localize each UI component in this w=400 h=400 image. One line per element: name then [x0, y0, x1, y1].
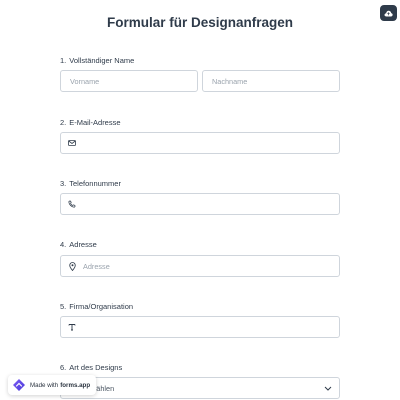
phone-icon [67, 199, 77, 209]
made-with-badge[interactable]: Made with forms.app [8, 375, 97, 395]
question-6-label: 6. Art des Designs [60, 363, 122, 372]
question-5-text: Firma/Organisation [69, 302, 134, 311]
forms-app-logo-icon [12, 378, 26, 392]
question-2-text: E-Mail-Adresse [69, 118, 121, 127]
question-1-label: 1. Vollständiger Name [60, 56, 134, 65]
location-pin-icon [67, 261, 77, 271]
address-field[interactable]: Adresse [60, 255, 340, 277]
first-name-field[interactable]: Vorname [60, 70, 198, 92]
question-6-text: Art des Designs [69, 363, 123, 372]
badge-prefix: Made with [30, 381, 59, 389]
design-type-select[interactable]: wählen [60, 377, 340, 399]
question-6-number: 6. [60, 363, 67, 372]
question-4-text: Adresse [69, 240, 97, 249]
question-5-label: 5. Firma/Organisation [60, 302, 133, 311]
email-field[interactable] [60, 132, 340, 154]
phone-field[interactable] [60, 193, 340, 215]
question-4-label: 4. Adresse [60, 240, 97, 249]
chevron-down-icon [324, 386, 332, 391]
question-3-number: 3. [60, 179, 67, 188]
last-name-field[interactable]: Nachname [202, 70, 340, 92]
last-name-placeholder: Nachname [212, 76, 248, 86]
question-1-number: 1. [60, 56, 67, 65]
text-icon [67, 322, 77, 332]
form-title: Formular für Designanfragen [106, 15, 294, 30]
first-name-placeholder: Vorname [70, 76, 100, 86]
question-3-label: 3. Telefonnummer [60, 179, 121, 188]
question-1-text: Vollständiger Name [69, 56, 135, 65]
question-2-label: 2. E-Mail-Adresse [60, 118, 121, 127]
address-placeholder: Adresse [83, 261, 110, 271]
mail-icon [67, 138, 77, 148]
question-2-number: 2. [60, 118, 67, 127]
question-4-number: 4. [60, 240, 67, 249]
company-field[interactable] [60, 316, 340, 338]
question-5-number: 5. [60, 302, 67, 311]
question-3-text: Telefonnummer [69, 179, 121, 188]
badge-brand: forms.app [60, 381, 91, 389]
